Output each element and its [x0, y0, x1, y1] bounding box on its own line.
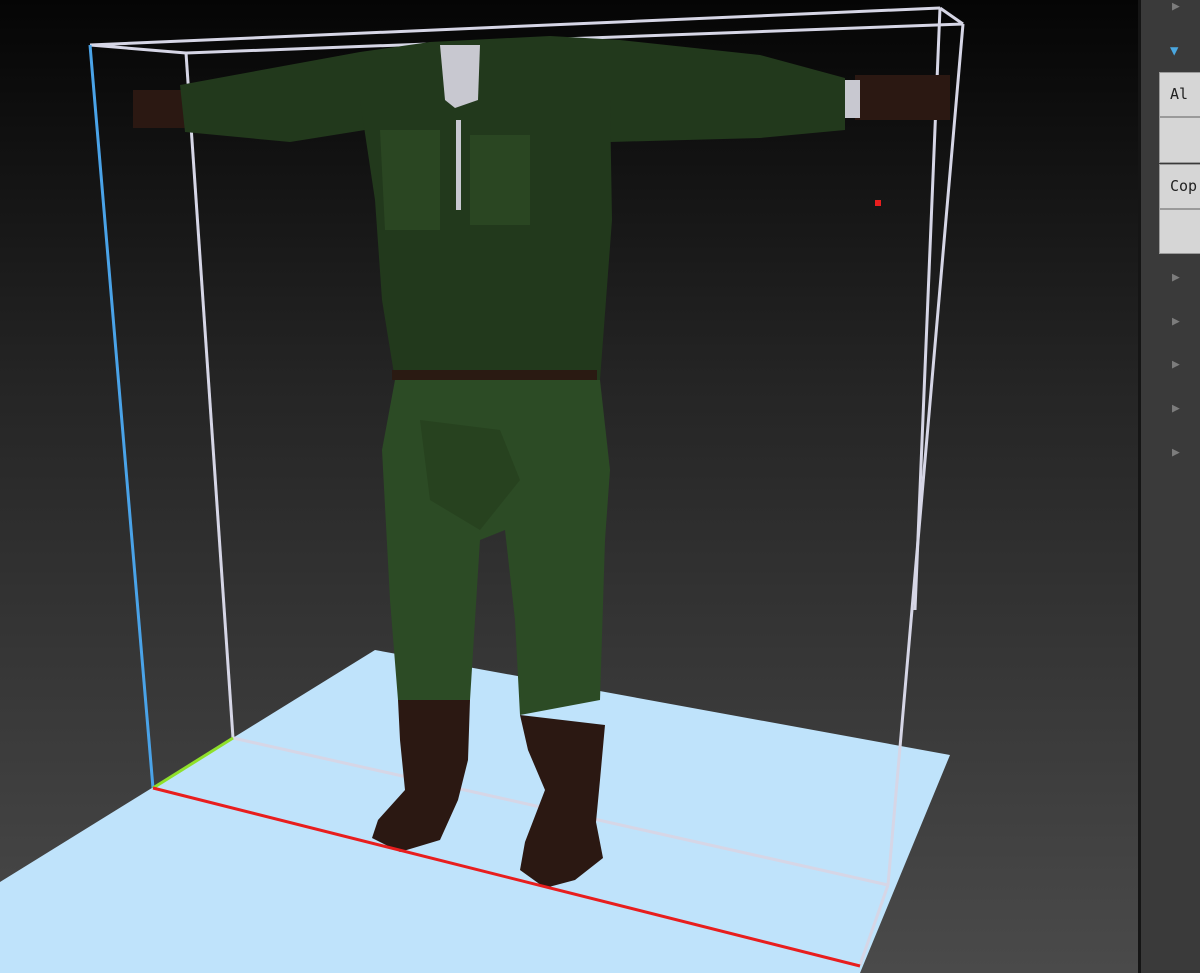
left-hand [133, 90, 188, 128]
panel-button-4[interactable] [1159, 209, 1200, 254]
expand-arrow-icon[interactable]: ▼ [1170, 44, 1178, 58]
panel-button-3[interactable]: Cop [1159, 164, 1200, 209]
collapse-arrow-icon[interactable]: ▶ [1172, 271, 1180, 285]
cursor-marker [875, 200, 881, 206]
collapse-arrow-icon[interactable]: ▶ [1172, 402, 1180, 416]
scene-canvas[interactable] [0, 0, 1140, 973]
right-hand [855, 75, 950, 120]
voxel-viewport[interactable] [0, 0, 1140, 973]
collapse-arrow-icon[interactable]: ▶ [1172, 446, 1180, 460]
collapse-arrow-icon[interactable]: ▶ [1172, 315, 1180, 329]
ground-plane [0, 650, 950, 973]
panel-button-1[interactable]: Al [1159, 72, 1200, 117]
belt [392, 370, 597, 380]
collapse-arrow-icon[interactable]: ▶ [1172, 0, 1180, 14]
z-axis [88, 44, 155, 789]
panel-button-2[interactable] [1159, 117, 1200, 163]
collapse-arrow-icon[interactable]: ▶ [1172, 358, 1180, 372]
